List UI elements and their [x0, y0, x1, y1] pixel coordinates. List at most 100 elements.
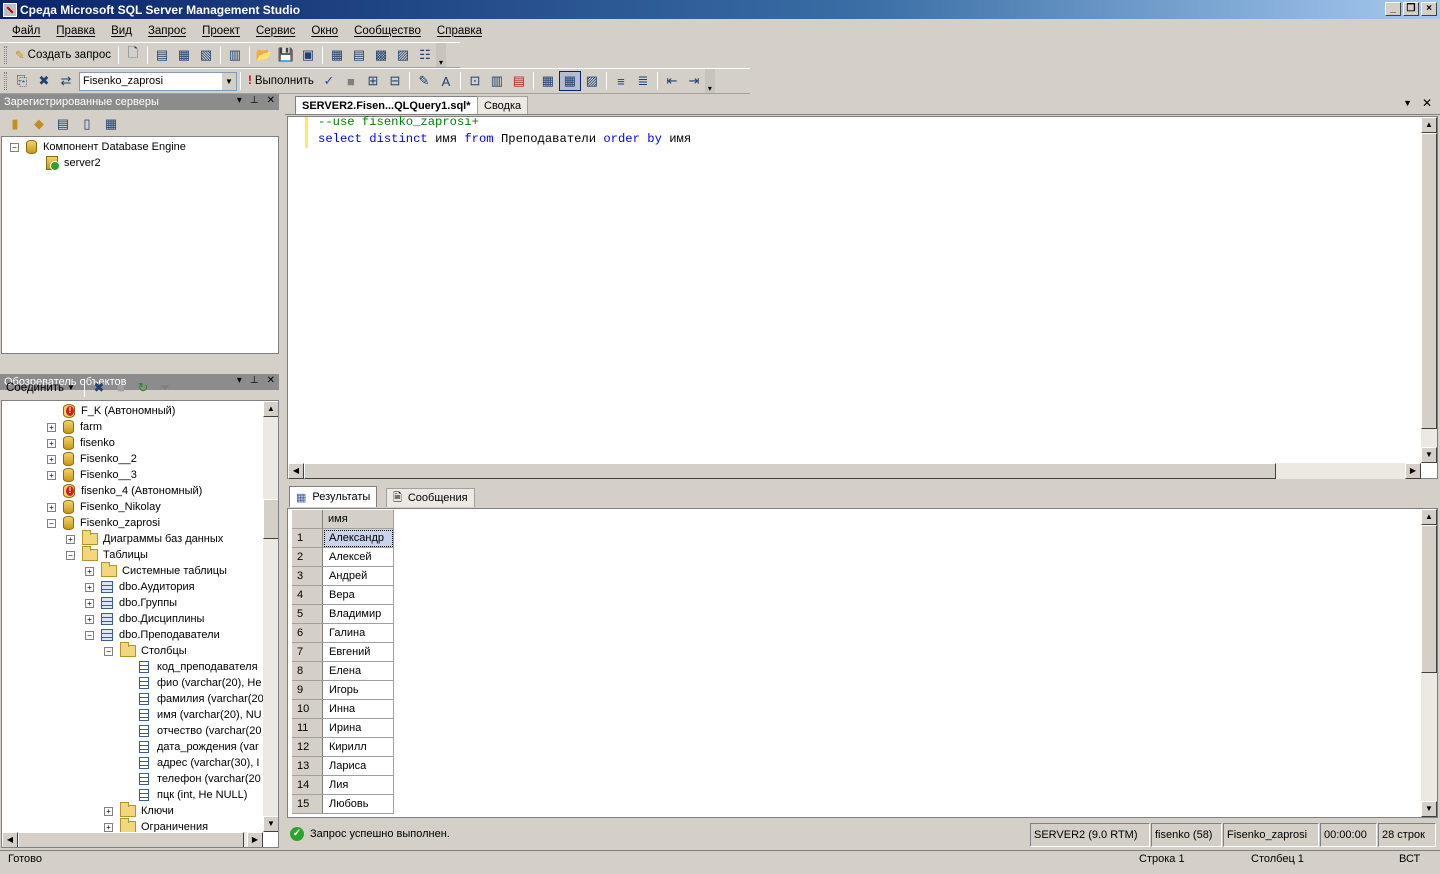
analysis-services-icon[interactable]: ◆: [28, 114, 50, 134]
expand-icon[interactable]: +: [47, 438, 56, 448]
scroll-down-icon[interactable]: ▼: [263, 816, 278, 832]
expand-icon[interactable]: +: [47, 502, 56, 512]
results-vscrollbar[interactable]: ▲ ▼: [1421, 509, 1437, 817]
uncomment-icon[interactable]: ≣: [632, 71, 654, 91]
expand-icon[interactable]: +: [85, 598, 94, 608]
scroll-thumb[interactable]: [263, 499, 278, 539]
grid-cell[interactable]: Инна: [323, 700, 394, 719]
row-number[interactable]: 1: [292, 529, 323, 548]
intellisense-icon[interactable]: A: [435, 71, 457, 91]
grid-cell[interactable]: Ирина: [323, 719, 394, 738]
collapse-icon[interactable]: −: [66, 550, 75, 560]
scroll-left-icon[interactable]: ◀: [288, 463, 304, 479]
scroll-left-icon[interactable]: ◀: [2, 832, 18, 847]
sql-mobile-icon[interactable]: ▯: [76, 114, 98, 134]
tree-node[interactable]: + dbo.Группы: [85, 595, 177, 611]
grid-cell[interactable]: Лариса: [323, 757, 394, 776]
tree-node[interactable]: F_K (Автономный): [47, 403, 175, 419]
registered-servers-icon[interactable]: ▦: [326, 45, 348, 65]
pin-icon[interactable]: ⊥: [250, 95, 259, 106]
display-plan-icon[interactable]: ⊞: [362, 71, 384, 91]
tree-node[interactable]: + dbo.Аудитория: [85, 579, 195, 595]
tree-node[interactable]: фамилия (varchar(20: [123, 691, 264, 707]
row-number[interactable]: 12: [292, 738, 323, 757]
scroll-up-icon[interactable]: ▲: [1421, 509, 1437, 525]
menu-help[interactable]: Справка: [429, 25, 490, 37]
expand-icon[interactable]: +: [47, 422, 56, 432]
row-number[interactable]: 13: [292, 757, 323, 776]
grid-cell[interactable]: Игорь: [323, 681, 394, 700]
tree-node[interactable]: − Столбцы: [104, 642, 187, 659]
expand-icon[interactable]: +: [47, 454, 56, 464]
toolbar-overflow-icon[interactable]: ▾: [704, 69, 715, 93]
connect-button[interactable]: Соединить ▼: [6, 382, 81, 394]
results-text-icon[interactable]: ▦: [537, 71, 559, 91]
client-stats-icon[interactable]: ▥: [486, 71, 508, 91]
tab-messages[interactable]: 🗎 Сообщения: [386, 488, 475, 507]
close-tab-icon[interactable]: ✕: [1422, 96, 1432, 110]
expand-icon[interactable]: +: [85, 582, 94, 592]
close-button[interactable]: ×: [1421, 2, 1437, 16]
tree-node[interactable]: код_преподавателя: [123, 659, 258, 675]
toolbar-overflow-icon[interactable]: ▾: [435, 43, 446, 67]
grid-cell[interactable]: Андрей: [323, 567, 394, 586]
collapse-icon[interactable]: −: [10, 142, 19, 152]
tree-node[interactable]: + Fisenko__2: [47, 451, 137, 467]
tab-query[interactable]: SERVER2.Fisen...QLQuery1.sql*: [295, 96, 478, 114]
collapse-icon[interactable]: −: [47, 518, 56, 528]
grid-cell[interactable]: Вера: [323, 586, 394, 605]
save-icon[interactable]: 💾: [275, 45, 297, 65]
tree-node[interactable]: фио (varchar(20), Не: [123, 675, 261, 691]
column-header-name[interactable]: имя: [323, 510, 394, 529]
grid-cell[interactable]: Кирилл: [323, 738, 394, 757]
disconnect-icon[interactable]: ✖: [88, 378, 110, 398]
close-icon[interactable]: ✕: [267, 95, 275, 106]
tree-node[interactable]: дата_рождения (var: [123, 739, 259, 755]
row-number[interactable]: 14: [292, 776, 323, 795]
scroll-thumb[interactable]: [1421, 525, 1437, 673]
comment-icon[interactable]: ≡: [610, 71, 632, 91]
menu-file[interactable]: Файл: [4, 25, 48, 37]
scroll-thumb[interactable]: [18, 832, 244, 847]
scroll-thumb[interactable]: [304, 463, 1276, 479]
tree-node[interactable]: отчество (varchar(20: [123, 723, 261, 739]
increase-indent-icon[interactable]: ⇥: [683, 71, 705, 91]
expand-icon[interactable]: +: [104, 822, 113, 832]
row-number[interactable]: 11: [292, 719, 323, 738]
reporting-services-icon[interactable]: ▤: [52, 114, 74, 134]
menu-community[interactable]: Сообщество: [346, 25, 429, 37]
execute-button[interactable]: ! Выполнить: [244, 75, 318, 87]
tree-node[interactable]: − dbo.Преподаватели: [85, 627, 220, 643]
collapse-icon[interactable]: −: [85, 630, 94, 640]
mdx-query-icon[interactable]: ▧: [195, 45, 217, 65]
menu-window[interactable]: Окно: [303, 25, 346, 37]
refresh-icon[interactable]: ↻: [132, 378, 154, 398]
results-to-text-icon[interactable]: ▤: [508, 71, 530, 91]
scroll-down-icon[interactable]: ▼: [1421, 801, 1437, 817]
restore-button[interactable]: ❐: [1403, 2, 1419, 16]
dropdown-icon[interactable]: ▾: [237, 95, 242, 106]
toolbar-grip[interactable]: [4, 72, 7, 90]
menu-project[interactable]: Проект: [194, 25, 248, 37]
grid-cell[interactable]: Владимир: [323, 605, 394, 624]
tab-results[interactable]: ▦ Результаты: [289, 486, 378, 507]
grid-cell[interactable]: Алексей: [323, 548, 394, 567]
expand-icon[interactable]: +: [47, 470, 56, 480]
db-engine-icon[interactable]: ▮: [4, 114, 26, 134]
sql-editor[interactable]: ▲ ▼ ◀ ▶: [287, 116, 1438, 479]
grid-cell[interactable]: Галина: [323, 624, 394, 643]
tree-node[interactable]: + Системные таблицы: [85, 562, 227, 579]
row-number[interactable]: 6: [292, 624, 323, 643]
expand-icon[interactable]: +: [104, 806, 113, 816]
row-number[interactable]: 2: [292, 548, 323, 567]
grid-cell[interactable]: Любовь: [323, 795, 394, 814]
scroll-up-icon[interactable]: ▲: [263, 401, 278, 417]
row-number[interactable]: 10: [292, 700, 323, 719]
tree-node[interactable]: телефон (varchar(20: [123, 771, 261, 787]
menu-view[interactable]: Вид: [103, 25, 140, 37]
row-number[interactable]: 5: [292, 605, 323, 624]
grid-cell[interactable]: Евгений: [323, 643, 394, 662]
query-designer-icon[interactable]: ⊟: [384, 71, 406, 91]
tree-node[interactable]: адрес (varchar(30), I: [123, 755, 259, 771]
tree-node-db-engine[interactable]: − Компонент Database Engine: [10, 139, 186, 155]
